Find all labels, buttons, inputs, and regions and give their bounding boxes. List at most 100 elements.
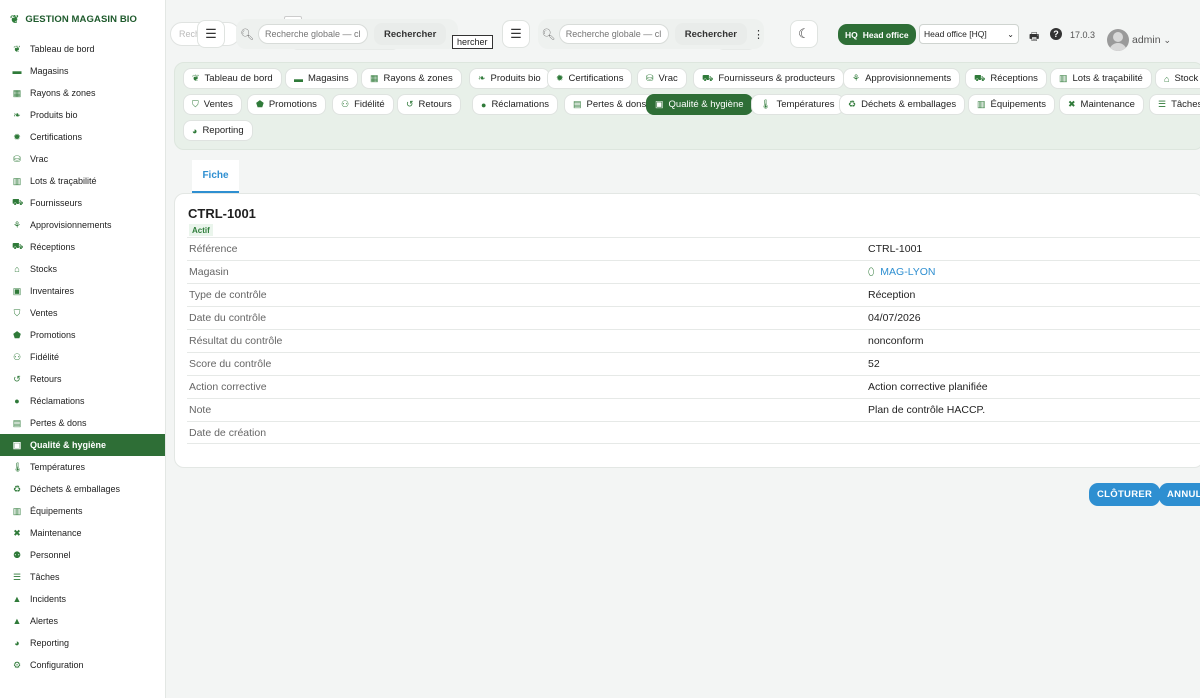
module-tab[interactable]: ▤ Pertes & dons — [564, 94, 656, 115]
module-tab[interactable]: ▥ Lots & traçabilité — [1050, 68, 1152, 89]
sidebar-item[interactable]: ✖ Maintenance — [0, 522, 165, 544]
sidebar-item[interactable]: 🌡︎ Températures — [0, 456, 165, 478]
sidebar-item[interactable]: ▦ Rayons & zones — [0, 82, 165, 104]
more-vertical-icon[interactable]: ⋮ — [753, 28, 764, 41]
search-button[interactable]: Rechercher — [674, 23, 747, 45]
module-tab[interactable]: ❧ Produits bio — [469, 68, 550, 89]
search-input[interactable] — [258, 24, 368, 44]
help-icon[interactable]: ? — [1050, 28, 1062, 40]
user-menu[interactable]: admin ⌄ — [1132, 34, 1171, 46]
module-tab[interactable]: ⬟ Promotions — [247, 94, 326, 115]
sidebar-item[interactable]: ⬟ Promotions — [0, 324, 165, 346]
module-tab[interactable]: ▦ Rayons & zones — [361, 68, 462, 89]
sidebar-item[interactable]: ◕ Reporting — [0, 632, 165, 654]
sidebar-item[interactable]: ☰ Tâches — [0, 566, 165, 588]
hq-badge[interactable]: HQ Head office — [838, 24, 916, 45]
sidebar-item[interactable]: ▣ Inventaires — [0, 280, 165, 302]
tab-fiche[interactable]: Fiche — [192, 160, 239, 193]
search-input[interactable] — [558, 24, 669, 44]
sidebar-item[interactable]: ⛁ Vrac — [0, 148, 165, 170]
module-tab-label: Réceptions — [990, 73, 1038, 84]
field-row: Référence CTRL-1001 — [187, 237, 1200, 260]
sidebar-item[interactable]: ❧ Produits bio — [0, 104, 165, 126]
module-tab[interactable]: ↺ Retours — [397, 94, 461, 115]
grid-icon: ▦ — [12, 87, 22, 98]
field-row: Score du contrôle 52 — [187, 352, 1200, 375]
module-tab[interactable]: ⛉ Ventes — [183, 94, 242, 115]
trash-icon: ▤ — [12, 417, 22, 428]
store-link[interactable]: ⬯ MAG-LYON — [868, 266, 936, 278]
module-tab[interactable]: ☰ Tâches — [1149, 94, 1200, 115]
field-label: Magasin — [189, 266, 229, 278]
sidebar-item[interactable]: ▥ Lots & traçabilité — [0, 170, 165, 192]
sidebar-item-label: Fidélité — [30, 352, 60, 362]
module-tab[interactable]: ✖ Maintenance — [1059, 94, 1144, 115]
sidebar-item[interactable]: ▤ Pertes & dons — [0, 412, 165, 434]
sidebar-item[interactable]: ▣ Qualité & hygiène — [0, 434, 165, 456]
search-button[interactable]: Rechercher — [374, 23, 447, 45]
module-tab[interactable]: ⛟ Réceptions — [965, 68, 1047, 89]
module-tab-label: Produits bio — [490, 73, 541, 84]
sidebar-item[interactable]: ⛉ Ventes — [0, 302, 165, 324]
print-icon[interactable]: 🖶 — [1029, 28, 1039, 47]
module-tab[interactable]: ▥ Équipements — [968, 94, 1055, 115]
menu-toggle-button[interactable]: ☰ — [197, 20, 225, 48]
sidebar-item[interactable]: ⛟ Réceptions — [0, 236, 165, 258]
module-tab[interactable]: ❦ Tableau de bord — [183, 68, 282, 89]
module-tab[interactable]: ♻ Déchets & emballages — [839, 94, 966, 115]
sidebar-item-label: Tableau de bord — [30, 44, 95, 54]
module-tab-label: Rayons & zones — [383, 73, 453, 84]
dark-mode-button[interactable]: ☾ — [790, 20, 818, 48]
close-record-button[interactable]: CLÔTURER — [1089, 483, 1161, 506]
sidebar-item-label: Stocks — [30, 264, 58, 274]
module-tab[interactable]: ✹ Certifications — [547, 68, 633, 89]
module-tab[interactable]: ⚘ Approvisionnements — [843, 68, 961, 89]
sidebar-item[interactable]: ⚇ Fidélité — [0, 346, 165, 368]
version: 17.0.3 — [1070, 30, 1096, 40]
office-select[interactable]: Head office [HQ] ⌄ — [919, 24, 1019, 44]
undo-icon: ↺ — [406, 99, 414, 109]
sidebar-item[interactable]: ❦ Tableau de bord — [0, 38, 165, 60]
truck-icon: ⛟ — [702, 72, 714, 83]
module-tab[interactable]: ● Réclamations — [472, 94, 558, 115]
sidebar-item[interactable]: ⌂ Stocks — [0, 258, 165, 280]
module-tab[interactable]: ▬ Magasins — [285, 68, 358, 89]
module-tab[interactable]: ⛁ Vrac — [637, 68, 687, 89]
cancel-button[interactable]: ANNULE — [1159, 483, 1200, 506]
sidebar-item[interactable]: ⚘ Approvisionnements — [0, 214, 165, 236]
module-tab[interactable]: ⚇ Fidélité — [332, 94, 394, 115]
sidebar-item-label: Réceptions — [30, 242, 76, 252]
menu-toggle-button[interactable]: ☰ — [502, 20, 530, 48]
sidebar-item[interactable]: ⚙ Configuration — [0, 654, 165, 676]
sidebar-item[interactable]: ▬ Magasins — [0, 60, 165, 82]
sidebar-item-label: Déchets & emballages — [30, 484, 121, 494]
sidebar-item[interactable]: ↺ Retours — [0, 368, 165, 390]
sidebar-item[interactable]: ▲ Incidents — [0, 588, 165, 610]
module-tab[interactable]: 🌡︎ Températures — [751, 94, 844, 115]
module-tab[interactable]: ⛟ Fournisseurs & producteurs — [693, 68, 845, 89]
sidebar-item[interactable]: ⚉ Personnel — [0, 544, 165, 566]
field-label: Référence — [189, 243, 238, 255]
sidebar-item[interactable]: ▲ Alertes — [0, 610, 165, 632]
pie-chart-icon: ◕ — [14, 638, 20, 648]
module-tab-label: Lots & traçabilité — [1072, 73, 1143, 84]
sidebar-item-label: Températures — [30, 462, 86, 472]
pie-chart-icon: ◕ — [192, 125, 198, 136]
module-nav: ❦ Tableau de bord ▬ Magasins ▦ Rayons & zones… — [174, 62, 1200, 150]
module-tab[interactable]: ⌂ Stock — [1155, 68, 1200, 89]
avatar[interactable] — [1107, 29, 1129, 51]
brand: ❦ GESTION MAGASIN BIO — [0, 0, 165, 38]
sidebar-item[interactable]: ✹ Certifications — [0, 126, 165, 148]
hamburger-icon: ☰ — [510, 26, 522, 41]
field-row: Magasin ⬯ MAG-LYON — [187, 260, 1200, 283]
module-tab-label: Approvisionnements — [865, 73, 952, 84]
sidebar-item[interactable]: ⛟ Fournisseurs — [0, 192, 165, 214]
field-value: Réception — [868, 289, 915, 301]
module-tab[interactable]: ◕ Reporting — [183, 120, 253, 141]
sidebar-item[interactable]: ▥ Équipements — [0, 500, 165, 522]
sidebar-item[interactable]: ● Réclamations — [0, 390, 165, 412]
sidebar-item[interactable]: ♻ Déchets & emballages — [0, 478, 165, 500]
module-tab-label: Équipements — [990, 99, 1046, 110]
module-tab[interactable]: ▣ Qualité & hygiène — [646, 94, 753, 115]
search-icon: 🔍︎ — [240, 28, 254, 41]
